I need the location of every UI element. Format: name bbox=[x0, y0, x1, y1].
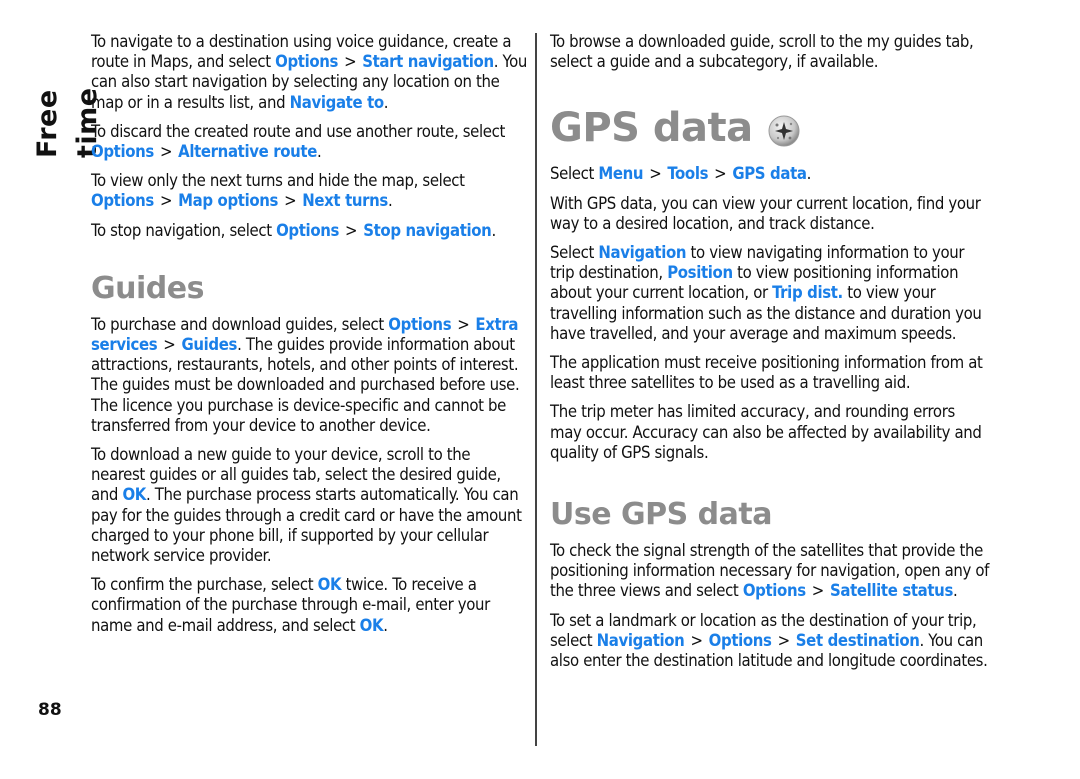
menu-path-separator: > bbox=[284, 191, 297, 211]
menu-path-navigate-to: Navigate to bbox=[289, 92, 385, 112]
paragraph-satellites-required: The application must receive positioning… bbox=[550, 353, 983, 393]
menu-path-tools: Tools bbox=[667, 164, 709, 184]
menu-path-ok: OK bbox=[317, 575, 342, 595]
right-column: To browse a downloaded guide, scroll to … bbox=[550, 32, 990, 680]
menu-path-options: Options bbox=[91, 142, 154, 162]
menu-path-position: Position bbox=[667, 263, 733, 283]
paragraph-next-turns: To view only the next turns and hide the… bbox=[91, 171, 465, 211]
menu-path-start-navigation: Start navigation bbox=[362, 52, 494, 72]
menu-path-separator: > bbox=[345, 220, 358, 240]
paragraph-browse-guide: To browse a downloaded guide, scroll to … bbox=[550, 32, 974, 72]
menu-path-navigation: Navigation bbox=[596, 630, 685, 650]
menu-path-stop-navigation: Stop navigation bbox=[363, 220, 492, 240]
menu-path-separator: > bbox=[690, 630, 703, 650]
menu-path-separator: > bbox=[344, 52, 357, 72]
menu-path-options: Options bbox=[275, 52, 339, 72]
paragraph-purchase-guides: To purchase and download guides, select … bbox=[91, 314, 520, 435]
menu-path-separator: > bbox=[163, 335, 176, 355]
menu-path-guides: Guides bbox=[181, 335, 238, 355]
menu-path-separator: > bbox=[777, 630, 791, 650]
menu-path-satellite-status: Satellite status bbox=[829, 581, 953, 601]
paragraph-download-guide: To download a new guide to your device, … bbox=[91, 445, 522, 566]
menu-path-trip-dist: Trip dist. bbox=[772, 283, 843, 303]
menu-path-navigation: Navigation bbox=[598, 243, 687, 263]
page-number: 88 bbox=[38, 700, 62, 720]
menu-path-ok: OK bbox=[122, 485, 146, 505]
menu-path-separator: > bbox=[457, 314, 470, 334]
paragraph-gps-views: Select Navigation to view navigating inf… bbox=[550, 243, 982, 343]
menu-path-next-turns: Next turns bbox=[302, 191, 388, 211]
left-column: To navigate to a destination using voice… bbox=[91, 32, 527, 645]
menu-path-separator: > bbox=[159, 191, 173, 211]
paragraph-satellite-status: To check the signal strength of the sate… bbox=[550, 541, 990, 601]
menu-path-separator: > bbox=[811, 581, 825, 601]
paragraph-confirm-purchase: To confirm the purchase, select OK twice… bbox=[91, 575, 490, 635]
menu-path-options: Options bbox=[91, 191, 154, 211]
paragraph-gps-intro: With GPS data, you can view your current… bbox=[550, 193, 981, 233]
menu-path-alternative-route: Alternative route bbox=[178, 142, 317, 162]
paragraph-alternative-route: To discard the created route and use ano… bbox=[91, 121, 506, 162]
menu-path-options: Options bbox=[708, 630, 772, 650]
paragraph-stop-navigation: To stop navigation, select Options > Stop … bbox=[91, 220, 496, 240]
menu-path-menu: Menu bbox=[598, 164, 644, 184]
menu-path-separator: > bbox=[649, 164, 662, 184]
menu-path-set-destination: Set destination bbox=[795, 630, 920, 650]
paragraph-trip-meter-accuracy: The trip meter has limited accuracy, and… bbox=[550, 402, 982, 462]
menu-path-options: Options bbox=[742, 581, 806, 601]
use-gps-data-heading: Use GPS data bbox=[550, 497, 772, 533]
guides-heading: Guides bbox=[91, 270, 204, 306]
menu-path-ok: OK bbox=[359, 615, 384, 635]
menu-path-separator: > bbox=[159, 142, 173, 162]
menu-path-separator: > bbox=[714, 164, 727, 184]
gps-satellite-icon bbox=[767, 111, 801, 147]
paragraph-select-gps-data: Select Menu > Tools > GPS data. bbox=[550, 164, 812, 184]
paragraph-voice-guidance: To navigate to a destination using voice… bbox=[91, 32, 527, 112]
section-side-title: Free time bbox=[32, 87, 103, 158]
menu-path-gps-data: GPS data bbox=[732, 164, 807, 184]
column-divider bbox=[535, 33, 537, 746]
menu-path-options: Options bbox=[388, 314, 452, 334]
paragraph-set-destination: To set a landmark or location as the des… bbox=[550, 610, 988, 671]
gps-data-heading: GPS data bbox=[550, 104, 990, 152]
menu-path-options: Options bbox=[276, 220, 340, 240]
menu-path-map-options: Map options bbox=[178, 191, 279, 211]
